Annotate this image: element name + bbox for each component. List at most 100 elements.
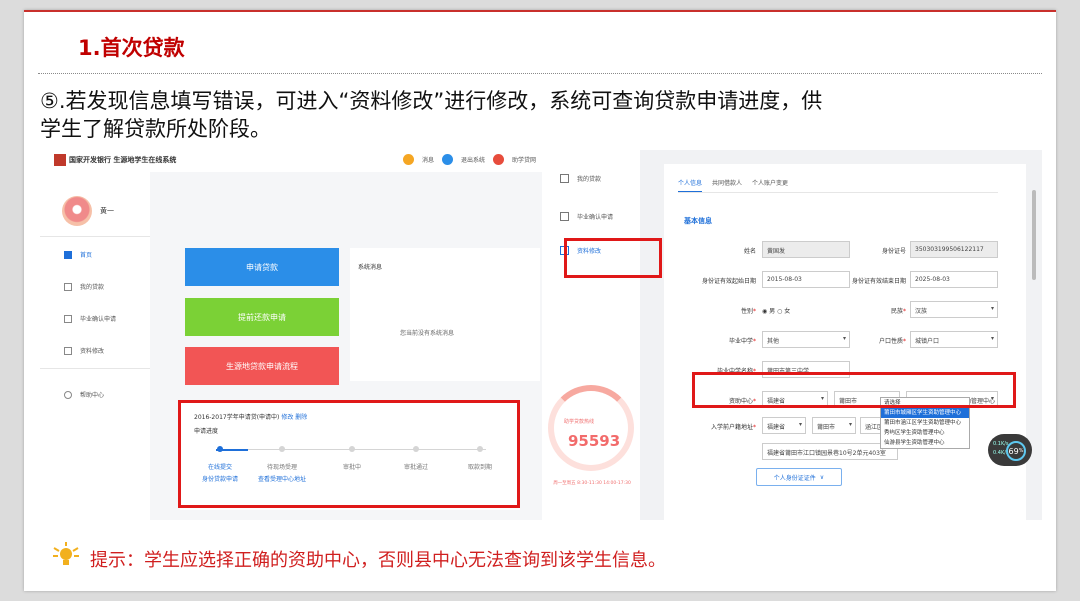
sidebar-item-home[interactable]: 首页	[64, 250, 92, 259]
name-label: 姓名	[704, 246, 756, 255]
bank-logo: 国家开发银行 生源地学生在线系统	[54, 154, 176, 166]
label-text: 身份证有效结束日期	[851, 278, 906, 285]
sidebar-divider	[40, 368, 150, 369]
label-text: 性别	[740, 308, 753, 315]
gender-male-option[interactable]: 男	[769, 308, 775, 315]
gender-female-option[interactable]: 女	[784, 308, 790, 315]
sidebar-item-label: 帮助中心	[80, 392, 105, 399]
network-speed-widget[interactable]: 0.1K/s 0.4K/s 69%	[988, 434, 1032, 466]
button-label: 个人身份证证件	[773, 474, 816, 482]
phone-icon	[560, 212, 569, 221]
edit-icon	[64, 346, 72, 355]
tip-text: 提示：学生应选择正确的资助中心，否则县中心无法查询到该学生信息。	[90, 550, 666, 571]
avatar	[62, 196, 92, 226]
ethnic-label: 民族*	[854, 306, 906, 315]
id-start-label: 身份证有效起始日期	[666, 276, 756, 285]
gender-radio-group[interactable]: ◉ 男 ○ 女	[762, 306, 790, 315]
sidebar-item-label: 资料修改	[80, 348, 105, 355]
memory-gauge: 69%	[1006, 441, 1026, 461]
school-label: 毕业中学*	[704, 336, 756, 345]
tab-account-change[interactable]: 个人账户变更	[752, 178, 788, 192]
hotline-label: 助学贷款热线	[564, 419, 595, 425]
portal-sidebar: 黄一 首页 我的贷款 毕业确认申请 资料修改 帮助中心	[40, 172, 150, 520]
user-name: 黄一	[100, 207, 114, 215]
label-text: 姓名	[743, 248, 756, 255]
profile-edit-highlight-box	[564, 238, 662, 278]
portal-icon[interactable]	[492, 154, 504, 165]
message-icon[interactable]	[402, 154, 414, 165]
label-text: 民族	[890, 308, 903, 315]
ethnic-select[interactable]: 汉族	[910, 301, 998, 318]
dropdown-option[interactable]: 莆田市涵江区学生资助管理中心	[881, 418, 969, 428]
logo-text: 国家开发银行 生源地学生在线系统	[69, 155, 177, 164]
sidebar-item-profile-edit[interactable]: 资料修改	[64, 346, 104, 355]
gender-label: 性别*	[704, 306, 756, 315]
header-link-logout[interactable]: 退出系统	[461, 155, 485, 164]
section-title: 基本信息	[684, 217, 712, 225]
school-select[interactable]: 其他	[762, 331, 850, 348]
profile-edit-screenshot: 我的贷款 毕业确认申请 资料修改 助学贷款热线 95593 周一至周五 8:30…	[542, 150, 1042, 520]
student-portal-home-screenshot: 国家开发银行 生源地学生在线系统 消息 退出系统 助学贷网 黄一 首页 我的贷款…	[40, 150, 546, 520]
sidebar-item-graduation[interactable]: 毕业确认申请	[64, 314, 116, 323]
label-text: 身份证号	[881, 248, 906, 255]
bank-logo-icon	[54, 154, 66, 166]
profile-tabs: 个人信息 共同借款人 个人账户变更	[678, 178, 788, 192]
sidebar-item-help[interactable]: 帮助中心	[64, 390, 104, 399]
required-mark: *	[753, 338, 756, 345]
sidebar-item-my-loans[interactable]: 我的贷款	[560, 174, 601, 183]
name-field: 黄国发	[762, 241, 850, 258]
slide-paragraph: ⑤.若发现信息填写错误，可进入“资料修改”进行修改，系统可查询贷款申请进度，供 …	[40, 87, 1040, 143]
document-icon	[64, 282, 72, 291]
dotted-divider	[38, 73, 1042, 74]
sidebar-item-label: 我的贷款	[80, 284, 105, 291]
profile-sidebar: 我的贷款 毕业确认申请 资料修改 助学贷款热线 95593 周一至周五 8:30…	[542, 150, 640, 520]
dropdown-option[interactable]: 莆田市城厢区学生资助管理中心	[881, 408, 969, 418]
id-end-field[interactable]: 2025-08-03	[910, 271, 998, 288]
tab-divider	[678, 192, 998, 193]
scrollbar[interactable]	[1032, 190, 1036, 280]
phone-icon	[64, 314, 72, 323]
chevron-down-icon: ∨	[819, 473, 825, 481]
sidebar-item-label: 首页	[80, 252, 93, 259]
dropdown-option[interactable]: 仙游县学生资助管理中心	[881, 438, 969, 448]
id-field: 350303199506122117	[910, 241, 998, 258]
document-icon	[560, 174, 569, 183]
dropdown-option[interactable]: 秀屿区学生资助管理中心	[881, 428, 969, 438]
apply-loan-button[interactable]: 申请贷款	[185, 248, 339, 286]
addr-province-select[interactable]: 福建省	[762, 417, 806, 434]
header-links: 消息 退出系统 助学贷网	[402, 154, 536, 165]
profile-form: 个人信息 共同借款人 个人账户变更 基本信息 姓名 黄国发 身份证号 35030…	[664, 164, 1026, 520]
header-link-portal[interactable]: 助学贷网	[512, 155, 536, 164]
paragraph-line-1: ⑤.若发现信息填写错误，可进入“资料修改”进行修改，系统可查询贷款申请进度，供	[40, 89, 823, 113]
portal-header: 国家开发银行 生源地学生在线系统 消息 退出系统 助学贷网	[40, 150, 546, 172]
hotline-note: 周一至周五 8:30-11:30 14:00-17:30	[553, 481, 631, 486]
addr-city-select[interactable]: 莆田市	[812, 417, 856, 434]
sidebar-item-my-loans[interactable]: 我的贷款	[64, 282, 104, 291]
system-message-title: 系统消息	[358, 264, 383, 271]
hotline-number: 95593	[568, 432, 621, 450]
addr-detail-field[interactable]: 福建省莆田市江口镇园景巷10号2单元403室	[762, 443, 898, 460]
slide-top-border	[24, 10, 1056, 12]
hotline-ring	[548, 385, 634, 471]
paragraph-line-2: 学生了解贷款所处阶段。	[40, 117, 271, 141]
label-text: 毕业中学	[728, 338, 753, 345]
sidebar-item-label: 毕业确认申请	[80, 316, 117, 323]
center-highlight-box	[692, 372, 1016, 408]
addr-label: 入学前户籍地址*	[686, 422, 756, 431]
sidebar-item-graduation[interactable]: 毕业确认申请	[560, 212, 613, 221]
id-document-button[interactable]: 个人身份证证件 ∨	[756, 468, 842, 486]
gauge-unit: %	[1018, 448, 1024, 454]
tab-personal-info[interactable]: 个人信息	[678, 178, 703, 192]
loan-process-button[interactable]: 生源地贷款申请流程	[185, 347, 339, 385]
tab-co-borrower[interactable]: 共同借款人	[712, 178, 742, 192]
required-mark: *	[903, 338, 906, 345]
required-mark: *	[753, 308, 756, 315]
id-label: 身份证号	[854, 246, 906, 255]
hukou-select[interactable]: 城镇户口	[910, 331, 998, 348]
system-message-panel: 系统消息 您当前没有系统消息	[350, 248, 540, 381]
logout-icon[interactable]	[441, 154, 453, 165]
header-link-message[interactable]: 消息	[422, 155, 434, 164]
early-repay-button[interactable]: 提前还款申请	[185, 298, 339, 336]
home-icon	[64, 250, 72, 259]
lightbulb-icon	[53, 542, 79, 565]
